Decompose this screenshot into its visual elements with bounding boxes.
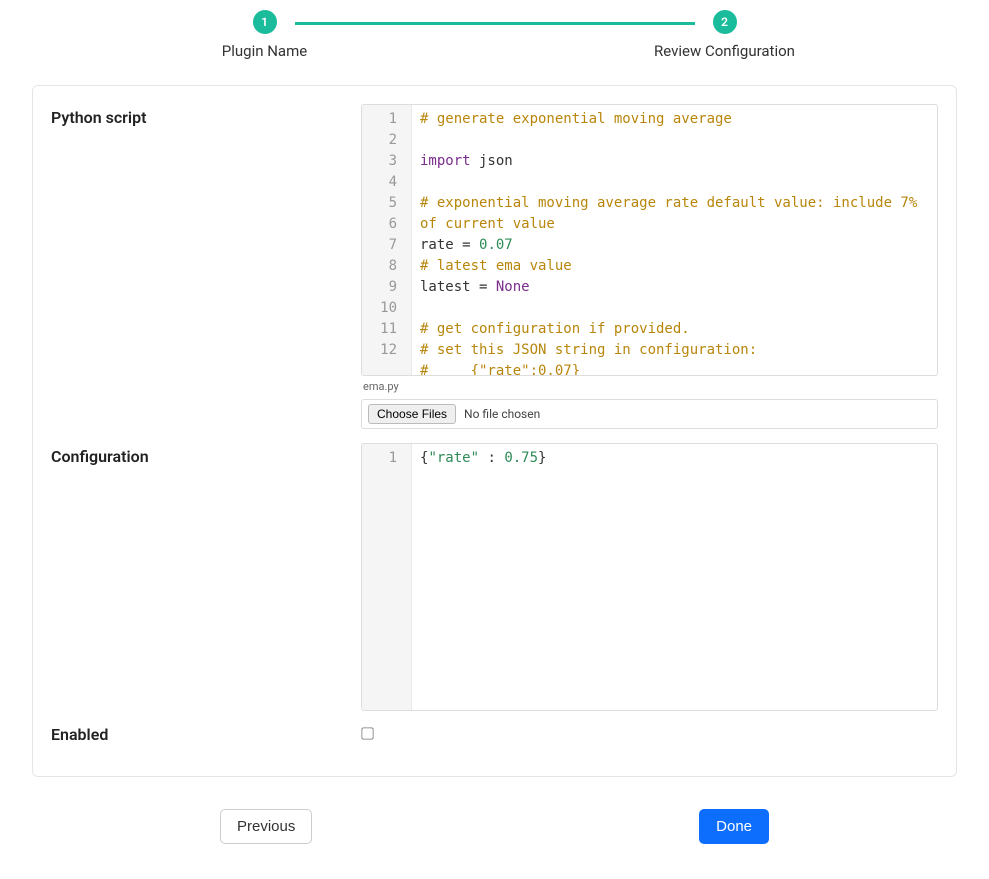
enabled-checkbox[interactable] [361, 727, 373, 739]
line-number: 7 [362, 235, 403, 256]
file-picker: Choose Files No file chosen [361, 399, 938, 429]
wizard-footer: Previous Done [220, 809, 769, 844]
line-gutter: 1 [362, 444, 412, 710]
row-configuration: Configuration 1 {"rate" : 0.75} [51, 443, 938, 711]
code-body[interactable]: {"rate" : 0.75} [412, 444, 937, 710]
row-enabled: Enabled [51, 725, 938, 744]
code-line: latest = None [420, 277, 929, 298]
row-python-script: Python script 123456789101112 # generate… [51, 104, 938, 429]
python-script-editor[interactable]: 123456789101112 # generate exponential m… [361, 104, 938, 376]
line-number: 5 [362, 193, 403, 214]
line-number: 6 [362, 214, 403, 235]
code-line [420, 298, 929, 319]
code-line: # latest ema value [420, 256, 929, 277]
line-number: 12 [362, 340, 403, 361]
step-review-configuration[interactable]: 2 Review Configuration [625, 10, 825, 60]
configuration-editor[interactable]: 1 {"rate" : 0.75} [361, 443, 938, 711]
json-sep: : [479, 450, 504, 466]
label-python-script: Python script [51, 104, 361, 127]
previous-button[interactable]: Previous [220, 809, 312, 844]
line-number: 3 [362, 151, 403, 172]
code-line [420, 130, 929, 151]
code-line: # {"rate":0.07} [420, 361, 929, 375]
file-picker-status: No file chosen [464, 407, 540, 421]
json-value: 0.75 [504, 450, 538, 466]
line-number: 1 [362, 448, 403, 469]
step-number: 1 [253, 10, 277, 34]
code-line: # generate exponential moving average [420, 109, 929, 130]
code-line: # set this JSON string in configuration: [420, 340, 929, 361]
brace-close: } [538, 450, 546, 466]
step-label: Plugin Name [222, 42, 307, 60]
done-button[interactable]: Done [699, 809, 769, 844]
line-number: 1 [362, 109, 403, 130]
wizard-stepper: 1 Plugin Name 2 Review Configuration [145, 10, 845, 60]
script-filename: ema.py [363, 380, 938, 393]
line-number: 10 [362, 298, 403, 319]
step-plugin-name[interactable]: 1 Plugin Name [165, 10, 365, 60]
code-line: # get configuration if provided. [420, 319, 929, 340]
line-number: 4 [362, 172, 403, 193]
code-line: import json [420, 151, 929, 172]
line-number: 2 [362, 130, 403, 151]
label-enabled: Enabled [51, 725, 361, 744]
label-configuration: Configuration [51, 443, 361, 466]
code-body[interactable]: # generate exponential moving average im… [412, 105, 937, 375]
code-line: rate = 0.07 [420, 235, 929, 256]
choose-files-button[interactable]: Choose Files [368, 404, 456, 424]
json-key: "rate" [428, 450, 479, 466]
line-number: 8 [362, 256, 403, 277]
step-number: 2 [713, 10, 737, 34]
line-number: 9 [362, 277, 403, 298]
line-number: 11 [362, 319, 403, 340]
step-label: Review Configuration [654, 42, 795, 60]
code-line: # exponential moving average rate defaul… [420, 193, 929, 235]
code-line [420, 172, 929, 193]
line-gutter: 123456789101112 [362, 105, 412, 375]
config-card: Python script 123456789101112 # generate… [32, 85, 957, 777]
